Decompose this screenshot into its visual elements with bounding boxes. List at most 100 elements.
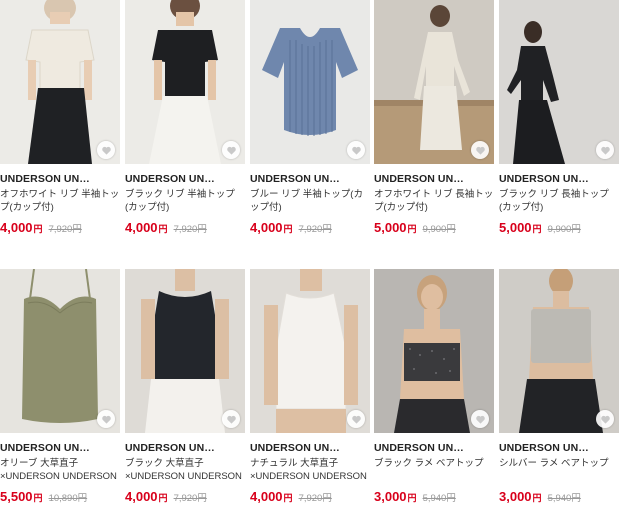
favorite-button[interactable] — [347, 410, 365, 428]
original-price: 9,900円 — [547, 224, 581, 235]
favorite-button[interactable] — [222, 141, 240, 159]
product-image[interactable] — [499, 0, 619, 164]
heart-icon — [600, 146, 610, 155]
product-card[interactable]: UNDERSON UN… ナチュラル 大草直子×UNDERSON UNDERSO… — [250, 269, 370, 514]
original-price: 7,920円 — [298, 493, 332, 504]
sale-price: 4,000 — [125, 220, 158, 235]
yen-unit: 円 — [407, 224, 417, 234]
price-row: 4,000円 7,920円 — [250, 219, 370, 237]
yen-unit: 円 — [407, 493, 417, 503]
product-name[interactable]: ブルー リブ 半袖トップ(カップ付) — [250, 188, 370, 214]
product-card[interactable]: UNDERSON UN… オフホワイト リブ 長袖トップ(カップ付) 5,000… — [374, 0, 494, 245]
sale-price: 4,000 — [250, 220, 283, 235]
price-row: 4,000円 7,920円 — [125, 488, 245, 506]
yen-unit: 円 — [158, 493, 168, 503]
product-name[interactable]: ナチュラル 大草直子×UNDERSON UNDERSON … — [250, 457, 370, 483]
original-price: 7,920円 — [173, 493, 207, 504]
brand-name[interactable]: UNDERSON UN… — [499, 173, 619, 185]
product-card[interactable]: UNDERSON UN… シルバー ラメ ベアトップ 3,000円 5,940円 — [499, 269, 619, 514]
product-card[interactable]: UNDERSON UN… オリーブ 大草直子×UNDERSON UNDERSON… — [0, 269, 120, 514]
product-image[interactable] — [499, 269, 619, 433]
favorite-button[interactable] — [97, 410, 115, 428]
price-row: 5,000円 9,900円 — [374, 219, 494, 237]
sale-price: 5,500 — [0, 489, 33, 504]
heart-icon — [101, 146, 111, 155]
original-price: 5,940円 — [422, 493, 456, 504]
brand-name[interactable]: UNDERSON UN… — [374, 173, 494, 185]
favorite-button[interactable] — [596, 410, 614, 428]
product-image[interactable] — [250, 269, 370, 433]
product-image[interactable] — [374, 269, 494, 433]
sale-price: 4,000 — [125, 489, 158, 504]
brand-name[interactable]: UNDERSON UN… — [250, 173, 370, 185]
sale-price: 5,000 — [374, 220, 407, 235]
original-price: 7,920円 — [173, 224, 207, 235]
product-grid: UNDERSON UN… オフホワイト リブ 半袖トップ(カップ付) 4,000… — [0, 0, 622, 505]
product-card[interactable]: UNDERSON UN… オフホワイト リブ 半袖トップ(カップ付) 4,000… — [0, 0, 120, 245]
brand-name[interactable]: UNDERSON UN… — [374, 442, 494, 454]
yen-unit: 円 — [33, 493, 43, 503]
product-image[interactable] — [125, 269, 245, 433]
favorite-button[interactable] — [471, 141, 489, 159]
heart-icon — [351, 146, 361, 155]
price-row: 4,000円 7,920円 — [0, 219, 120, 237]
favorite-button[interactable] — [97, 141, 115, 159]
yen-unit: 円 — [33, 224, 43, 234]
original-price: 7,920円 — [298, 224, 332, 235]
yen-unit: 円 — [532, 224, 542, 234]
yen-unit: 円 — [532, 493, 542, 503]
product-name[interactable]: ブラック リブ 半袖トップ(カップ付) — [125, 188, 245, 214]
price-row: 4,000円 7,920円 — [250, 488, 370, 506]
price-row: 4,000円 7,920円 — [125, 219, 245, 237]
sale-price: 3,000 — [499, 489, 532, 504]
product-card[interactable]: UNDERSON UN… ブラック ラメ ベアトップ 3,000円 5,940円 — [374, 269, 494, 514]
product-image[interactable] — [0, 0, 120, 164]
sale-price: 5,000 — [499, 220, 532, 235]
heart-icon — [351, 415, 361, 424]
product-card[interactable]: UNDERSON UN… ブラック 大草直子×UNDERSON UNDERSON… — [125, 269, 245, 514]
favorite-button[interactable] — [347, 141, 365, 159]
brand-name[interactable]: UNDERSON UN… — [0, 173, 120, 185]
product-card[interactable]: UNDERSON UN… ブラック リブ 長袖トップ(カップ付) 5,000円 9… — [499, 0, 619, 245]
original-price: 5,940円 — [547, 493, 581, 504]
price-row: 3,000円 5,940円 — [499, 488, 619, 506]
original-price: 7,920円 — [48, 224, 82, 235]
product-name[interactable]: シルバー ラメ ベアトップ — [499, 457, 619, 483]
price-row: 5,000円 9,900円 — [499, 219, 619, 237]
product-name[interactable]: ブラック リブ 長袖トップ(カップ付) — [499, 188, 619, 214]
price-row: 5,500円 10,890円 — [0, 488, 120, 506]
product-card[interactable]: UNDERSON UN… ブラック リブ 半袖トップ(カップ付) 4,000円 7… — [125, 0, 245, 245]
brand-name[interactable]: UNDERSON UN… — [499, 442, 619, 454]
brand-name[interactable]: UNDERSON UN… — [125, 173, 245, 185]
product-card[interactable]: UNDERSON UN… ブルー リブ 半袖トップ(カップ付) 4,000円 7,… — [250, 0, 370, 245]
favorite-button[interactable] — [222, 410, 240, 428]
heart-icon — [226, 146, 236, 155]
original-price: 10,890円 — [48, 493, 88, 504]
product-image[interactable] — [374, 0, 494, 164]
favorite-button[interactable] — [471, 410, 489, 428]
product-name[interactable]: オフホワイト リブ 半袖トップ(カップ付) — [0, 188, 120, 214]
original-price: 9,900円 — [422, 224, 456, 235]
favorite-button[interactable] — [596, 141, 614, 159]
heart-icon — [475, 146, 485, 155]
product-image[interactable] — [125, 0, 245, 164]
yen-unit: 円 — [283, 224, 293, 234]
product-image[interactable] — [250, 0, 370, 164]
yen-unit: 円 — [158, 224, 168, 234]
sale-price: 4,000 — [250, 489, 283, 504]
sale-price: 4,000 — [0, 220, 33, 235]
heart-icon — [600, 415, 610, 424]
brand-name[interactable]: UNDERSON UN… — [125, 442, 245, 454]
yen-unit: 円 — [283, 493, 293, 503]
heart-icon — [475, 415, 485, 424]
product-image[interactable] — [0, 269, 120, 433]
brand-name[interactable]: UNDERSON UN… — [250, 442, 370, 454]
product-name[interactable]: オフホワイト リブ 長袖トップ(カップ付) — [374, 188, 494, 214]
product-name[interactable]: オリーブ 大草直子×UNDERSON UNDERSON カッ… — [0, 457, 120, 483]
heart-icon — [101, 415, 111, 424]
product-name[interactable]: ブラック 大草直子×UNDERSON UNDERSON アメ… — [125, 457, 245, 483]
brand-name[interactable]: UNDERSON UN… — [0, 442, 120, 454]
heart-icon — [226, 415, 236, 424]
price-row: 3,000円 5,940円 — [374, 488, 494, 506]
product-name[interactable]: ブラック ラメ ベアトップ — [374, 457, 494, 483]
